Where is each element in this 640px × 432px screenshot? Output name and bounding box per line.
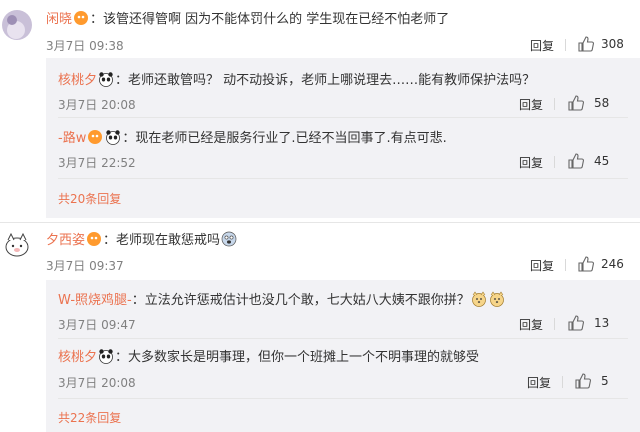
- reply-time: 3月7日 20:08: [58, 376, 136, 390]
- comment-user[interactable]: 闲晓: [46, 12, 72, 27]
- like-count: 5: [601, 374, 609, 388]
- divider: [58, 398, 628, 399]
- panda-emoji-icon: [98, 348, 114, 364]
- separator: [554, 98, 555, 110]
- reply-text: ：大多数家长是明事理，但你一个班摊上一个不明事理的就够受: [115, 350, 480, 365]
- reply-button[interactable]: 回复: [519, 154, 543, 171]
- thumb-up-icon[interactable]: [568, 315, 584, 331]
- scared-emoji-icon: [221, 231, 237, 247]
- comment-time: 3月7日 09:37: [46, 259, 124, 273]
- more-replies-link[interactable]: 共20条回复: [58, 190, 121, 207]
- reply-text: ：立法允许惩戒估计也没几个敢，七大姑八大姨不跟你拼？: [131, 293, 470, 308]
- reply-time: 3月7日 20:08: [58, 98, 136, 112]
- vip-badge-icon: [86, 231, 102, 247]
- divider: [58, 178, 628, 179]
- like-count: 58: [594, 96, 610, 110]
- reply-time: 3月7日 22:52: [58, 156, 136, 170]
- divider: [58, 117, 628, 118]
- comment-line: 闲晓 ：该管还得管啊 因为不能体罚什么的 学生现在已经不怕老师了: [46, 10, 449, 29]
- like-count: 13: [594, 316, 610, 330]
- reply-user[interactable]: W-照烧鸡腿-: [58, 293, 132, 308]
- reply-text: ：老师还敢管吗？ 动不动投诉，老师上哪说理去……能有教师保护法吗？: [115, 73, 536, 88]
- reply-line: W-照烧鸡腿-：立法允许惩戒估计也没几个敢，七大姑八大姨不跟你拼？: [58, 291, 506, 310]
- reply-user[interactable]: 核桃夕: [58, 350, 97, 365]
- reply-line: -路w ：现在老师已经是服务行业了.已经不当回事了.有点可悲.: [58, 129, 447, 148]
- comment-text: ：该管还得管啊 因为不能体罚什么的 学生现在已经不怕老师了: [90, 12, 450, 27]
- thumb-up-icon[interactable]: [568, 153, 584, 169]
- separator: [565, 39, 566, 51]
- thumb-up-icon[interactable]: [568, 95, 584, 111]
- comment-line: 夕西姿 ：老师现在敢惩戒吗: [46, 231, 238, 250]
- thumb-up-icon[interactable]: [578, 36, 594, 52]
- reply-line: 核桃夕 ：老师还敢管吗？ 动不动投诉，老师上哪说理去……能有教师保护法吗？: [58, 71, 535, 90]
- comment-feed: 闲晓 ：该管还得管啊 因为不能体罚什么的 学生现在已经不怕老师了 3月7日 09:…: [0, 0, 640, 432]
- vip-badge-icon: [87, 129, 103, 145]
- like-count: 308: [601, 37, 624, 51]
- reply-button[interactable]: 回复: [527, 374, 551, 391]
- separator: [554, 156, 555, 168]
- vip-badge-icon: [73, 10, 89, 26]
- dog-emoji-icon: [471, 291, 487, 307]
- reply-button[interactable]: 回复: [519, 96, 543, 113]
- like-count: 45: [594, 154, 610, 168]
- divider: [58, 338, 628, 339]
- reply-button[interactable]: 回复: [530, 257, 554, 274]
- reply-button[interactable]: 回复: [519, 316, 543, 333]
- more-replies-link[interactable]: 共22条回复: [58, 409, 121, 426]
- thumb-up-icon[interactable]: [575, 373, 591, 389]
- dog-emoji-icon: [489, 291, 505, 307]
- comment-text: ：老师现在敢惩戒吗: [103, 233, 221, 248]
- reply-text: ：现在老师已经是服务行业了.已经不当回事了.有点可悲.: [122, 131, 447, 146]
- reply-button[interactable]: 回复: [530, 37, 554, 54]
- separator: [565, 259, 566, 271]
- separator: [562, 376, 563, 388]
- reply-user[interactable]: 核桃夕: [58, 73, 97, 88]
- comment-time: 3月7日 09:38: [46, 39, 124, 53]
- reply-line: 核桃夕 ：大多数家长是明事理，但你一个班摊上一个不明事理的就够受: [58, 348, 479, 367]
- avatar[interactable]: [2, 10, 32, 40]
- avatar[interactable]: [2, 230, 32, 260]
- panda-emoji-icon: [105, 129, 121, 145]
- comment-divider: [0, 222, 640, 223]
- panda-emoji-icon: [98, 71, 114, 87]
- thumb-up-icon[interactable]: [578, 256, 594, 272]
- comment-user[interactable]: 夕西姿: [46, 233, 85, 248]
- reply-user[interactable]: -路w: [58, 131, 86, 146]
- separator: [554, 318, 555, 330]
- like-count: 246: [601, 257, 624, 271]
- reply-time: 3月7日 09:47: [58, 318, 136, 332]
